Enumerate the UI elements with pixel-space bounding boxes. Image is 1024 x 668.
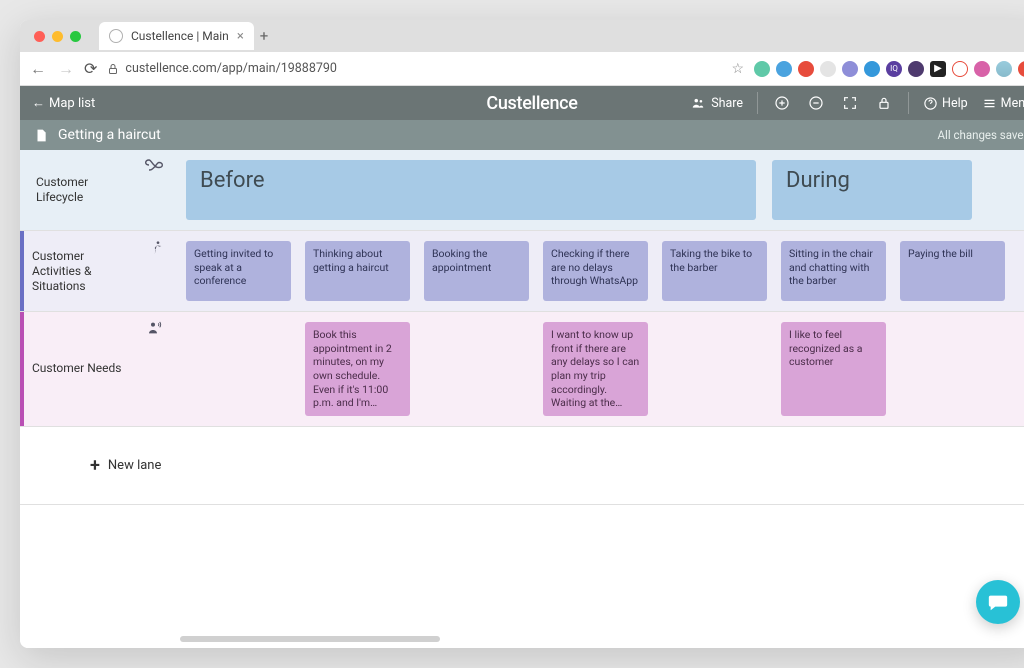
reload-button[interactable]: ⟳ [84,59,97,78]
hamburger-icon [982,96,997,111]
window-controls [28,31,87,42]
extension-icon[interactable] [908,61,924,77]
chat-icon [987,591,1009,613]
lane-label-text: Customer Lifecycle [36,175,126,205]
lane-label-text: Customer Activities & Situations [32,249,122,294]
horizontal-scrollbar[interactable] [180,636,440,642]
app-brand: Custellence [486,93,577,114]
url-box[interactable]: custellence.com/app/main/19888790 [107,61,721,76]
extension-icon[interactable] [820,61,836,77]
lock-button[interactable] [874,93,894,113]
chat-support-button[interactable] [976,580,1020,624]
plus-icon: + [90,455,100,476]
extension-icon[interactable] [1018,61,1024,77]
nav-back-button[interactable]: ← [30,59,46,79]
infinity-icon [144,158,164,175]
activity-card[interactable]: Sitting in the chair and chatting with t… [781,241,886,301]
lane-label[interactable]: Customer Needs [20,312,174,426]
arrow-left-icon: ← [32,95,45,111]
empty-slot[interactable] [900,322,1005,416]
divider [908,92,909,114]
empty-slot[interactable] [186,322,291,416]
window-close-button[interactable] [34,31,45,42]
new-lane-button[interactable]: + New lane [20,427,1024,505]
address-bar-row: ← → ⟳ custellence.com/app/main/19888790 … [20,52,1024,86]
empty-slot[interactable] [424,322,529,416]
activity-card[interactable]: Taking the bike to the barber [662,241,767,301]
window-minimize-button[interactable] [52,31,63,42]
browser-tab[interactable]: Custellence | Main × [99,22,254,50]
user-avatar[interactable] [996,61,1012,77]
extension-icon[interactable] [776,61,792,77]
help-button[interactable]: Help [923,96,968,111]
tab-title: Custellence | Main [131,29,229,43]
lane-cards: Before During [174,150,1024,230]
nav-arrows: ← → [30,59,74,79]
need-card[interactable]: I want to know up front if there are any… [543,322,648,416]
saved-status: All changes saved [938,128,1024,142]
phase-card-during[interactable]: During [772,160,972,220]
extension-icon[interactable]: ▶ [930,61,946,77]
back-to-map-list-link[interactable]: ← Map list [32,95,95,111]
extension-icons: IQ ▶ [754,61,1024,77]
need-card[interactable]: I like to feel recognized as a customer [781,322,886,416]
share-label: Share [711,96,743,111]
lane-customer-needs: Customer Needs Book this appointment in … [20,312,1024,427]
app-root: ← Map list Custellence Share Help [20,86,1024,648]
help-label: Help [942,96,968,111]
fullscreen-button[interactable] [840,93,860,113]
lane-cards: Book this appointment in 2 minutes, on m… [174,312,1024,426]
menu-label: Menu [1001,96,1024,111]
need-card[interactable]: Book this appointment in 2 minutes, on m… [305,322,410,416]
activity-card[interactable]: Thinking about getting a haircut [305,241,410,301]
activity-card[interactable]: Booking the appointment [424,241,529,301]
menu-button[interactable]: Menu [982,96,1024,111]
zoom-out-button[interactable] [806,93,826,113]
lane-label-text: Customer Needs [32,361,121,376]
window-zoom-button[interactable] [70,31,81,42]
speaking-person-icon [146,320,164,339]
browser-window: Custellence | Main × + ← → ⟳ custellence… [20,20,1024,648]
lane-cards: Getting invited to speak at a conference… [174,231,1024,311]
activity-card[interactable]: Paying the bill [900,241,1005,301]
lane-customer-lifecycle: Customer Lifecycle Before During [20,150,1024,231]
topbar-right: Share Help Menu [690,92,1024,114]
extension-icon[interactable] [974,61,990,77]
empty-slot[interactable] [662,322,767,416]
new-tab-button[interactable]: + [260,27,269,45]
activity-card[interactable]: Getting invited to speak at a conference [186,241,291,301]
phase-card-before[interactable]: Before [186,160,756,220]
map-titlebar: Getting a haircut All changes saved [20,120,1024,150]
lock-icon [107,63,119,75]
lane-customer-activities: Customer Activities & Situations Getting… [20,231,1024,312]
lane-label[interactable]: Customer Lifecycle [20,150,174,230]
extension-icon[interactable] [798,61,814,77]
new-lane-label: New lane [108,458,161,473]
back-label: Map list [49,96,95,111]
extension-icon[interactable] [952,61,968,77]
map-canvas[interactable]: Customer Lifecycle Before During Custome… [20,150,1024,648]
url-text: custellence.com/app/main/19888790 [125,61,337,76]
divider [757,92,758,114]
activity-card[interactable]: Checking if there are no delays through … [543,241,648,301]
map-name[interactable]: Getting a haircut [58,127,161,143]
extension-icon[interactable] [754,61,770,77]
nav-forward-button[interactable]: → [58,59,74,79]
extension-icon[interactable] [842,61,858,77]
document-icon [34,127,48,144]
share-button[interactable]: Share [690,96,743,111]
tab-close-button[interactable]: × [237,29,244,44]
browser-chrome: Custellence | Main × + ← → ⟳ custellence… [20,20,1024,86]
tab-bar: Custellence | Main × + [20,20,1024,52]
tab-favicon [109,29,123,43]
app-topbar: ← Map list Custellence Share Help [20,86,1024,120]
extension-icon[interactable]: IQ [886,61,902,77]
share-people-icon [690,96,706,110]
bookmark-star-icon[interactable]: ☆ [731,61,744,77]
extension-icon[interactable] [864,61,880,77]
help-icon [923,96,938,111]
lane-label[interactable]: Customer Activities & Situations [20,231,174,311]
running-person-icon [148,239,164,260]
zoom-in-button[interactable] [772,93,792,113]
